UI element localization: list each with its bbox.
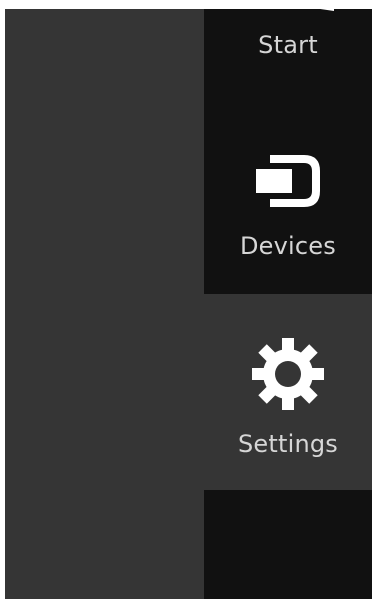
devices-icon [256,155,320,207]
charms-bar: Start Devices Settings [204,0,372,599]
charm-settings[interactable]: Settings [204,294,372,490]
gear-icon [252,338,324,410]
charm-devices[interactable]: Devices [204,98,372,294]
charm-settings-label: Settings [237,430,339,458]
charm-devices-label: Devices [240,232,336,260]
charm-start[interactable]: Start [204,0,372,98]
charm-start-label: Start [258,31,318,59]
desktop-background [5,9,204,599]
screenshot-frame: Start Devices Settings [0,0,372,599]
windows-logo-icon [286,0,334,11]
